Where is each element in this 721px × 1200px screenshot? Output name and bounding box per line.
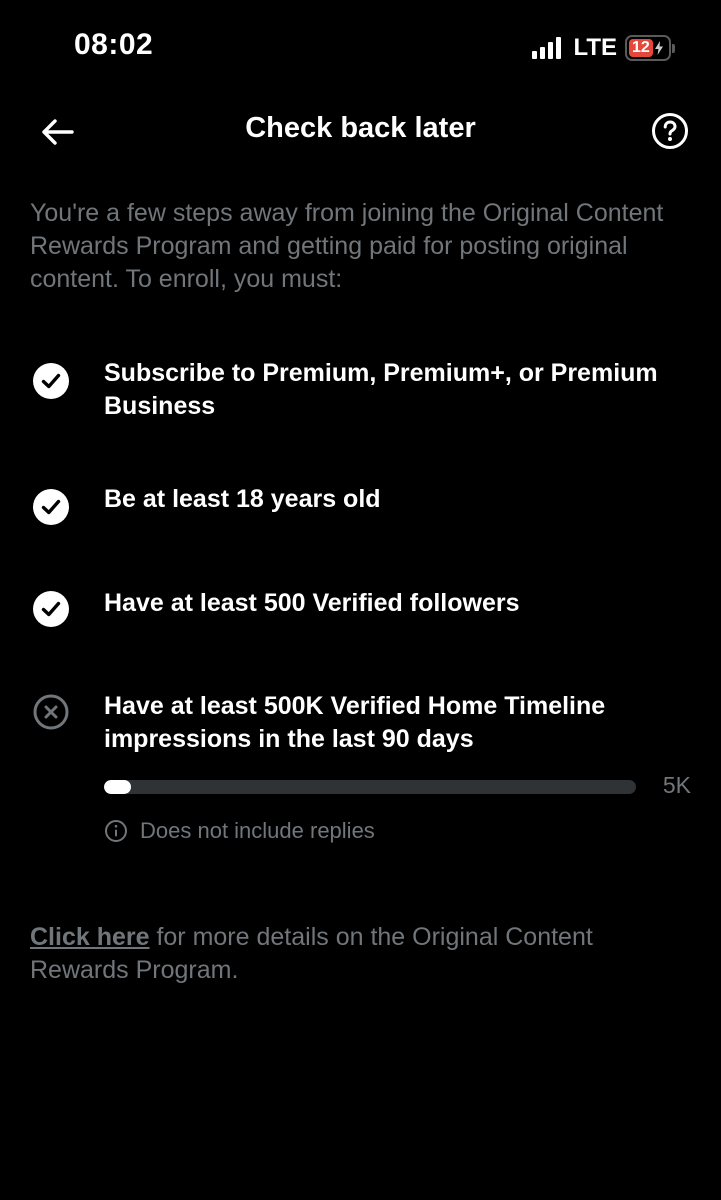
progress-fill <box>104 780 131 794</box>
check-circle-icon <box>33 591 69 627</box>
status-time: 08:02 <box>74 28 154 61</box>
progress-target-label: 5K <box>662 772 691 798</box>
help-circle-icon <box>652 113 688 149</box>
battery-level: 12 <box>632 39 650 56</box>
info-circle-icon <box>105 820 127 842</box>
requirement-text: Have at least 500K Verified Home Timelin… <box>104 692 606 753</box>
help-button[interactable] <box>651 112 689 150</box>
progress-note-text: Does not include replies <box>140 818 375 843</box>
page-title: Check back later <box>245 112 476 144</box>
network-type: LTE <box>573 34 617 61</box>
status-bar: 08:02 LTE 12 <box>0 0 721 95</box>
charging-bolt-icon <box>654 41 663 55</box>
intro-text: You're a few steps away from joining the… <box>30 199 664 293</box>
check-circle-icon <box>33 363 69 399</box>
requirement-text: Subscribe to Premium, Premium+, or Premi… <box>104 359 658 420</box>
click-here-link[interactable]: Click here <box>30 923 150 951</box>
footer-text: Click here for more details on the Origi… <box>30 921 680 987</box>
battery-icon: 12 <box>625 35 675 61</box>
requirement-text: Have at least 500 Verified followers <box>104 589 520 617</box>
signal-strength-icon <box>532 37 562 59</box>
requirement-text: Be at least 18 years old <box>104 485 381 513</box>
progress-note: Does not include replies <box>104 818 375 844</box>
header: Check back later <box>0 100 721 162</box>
status-indicators: LTE 12 <box>532 34 675 62</box>
impressions-progress-bar <box>104 780 636 794</box>
check-circle-icon <box>33 489 69 525</box>
x-circle-icon <box>33 694 69 730</box>
